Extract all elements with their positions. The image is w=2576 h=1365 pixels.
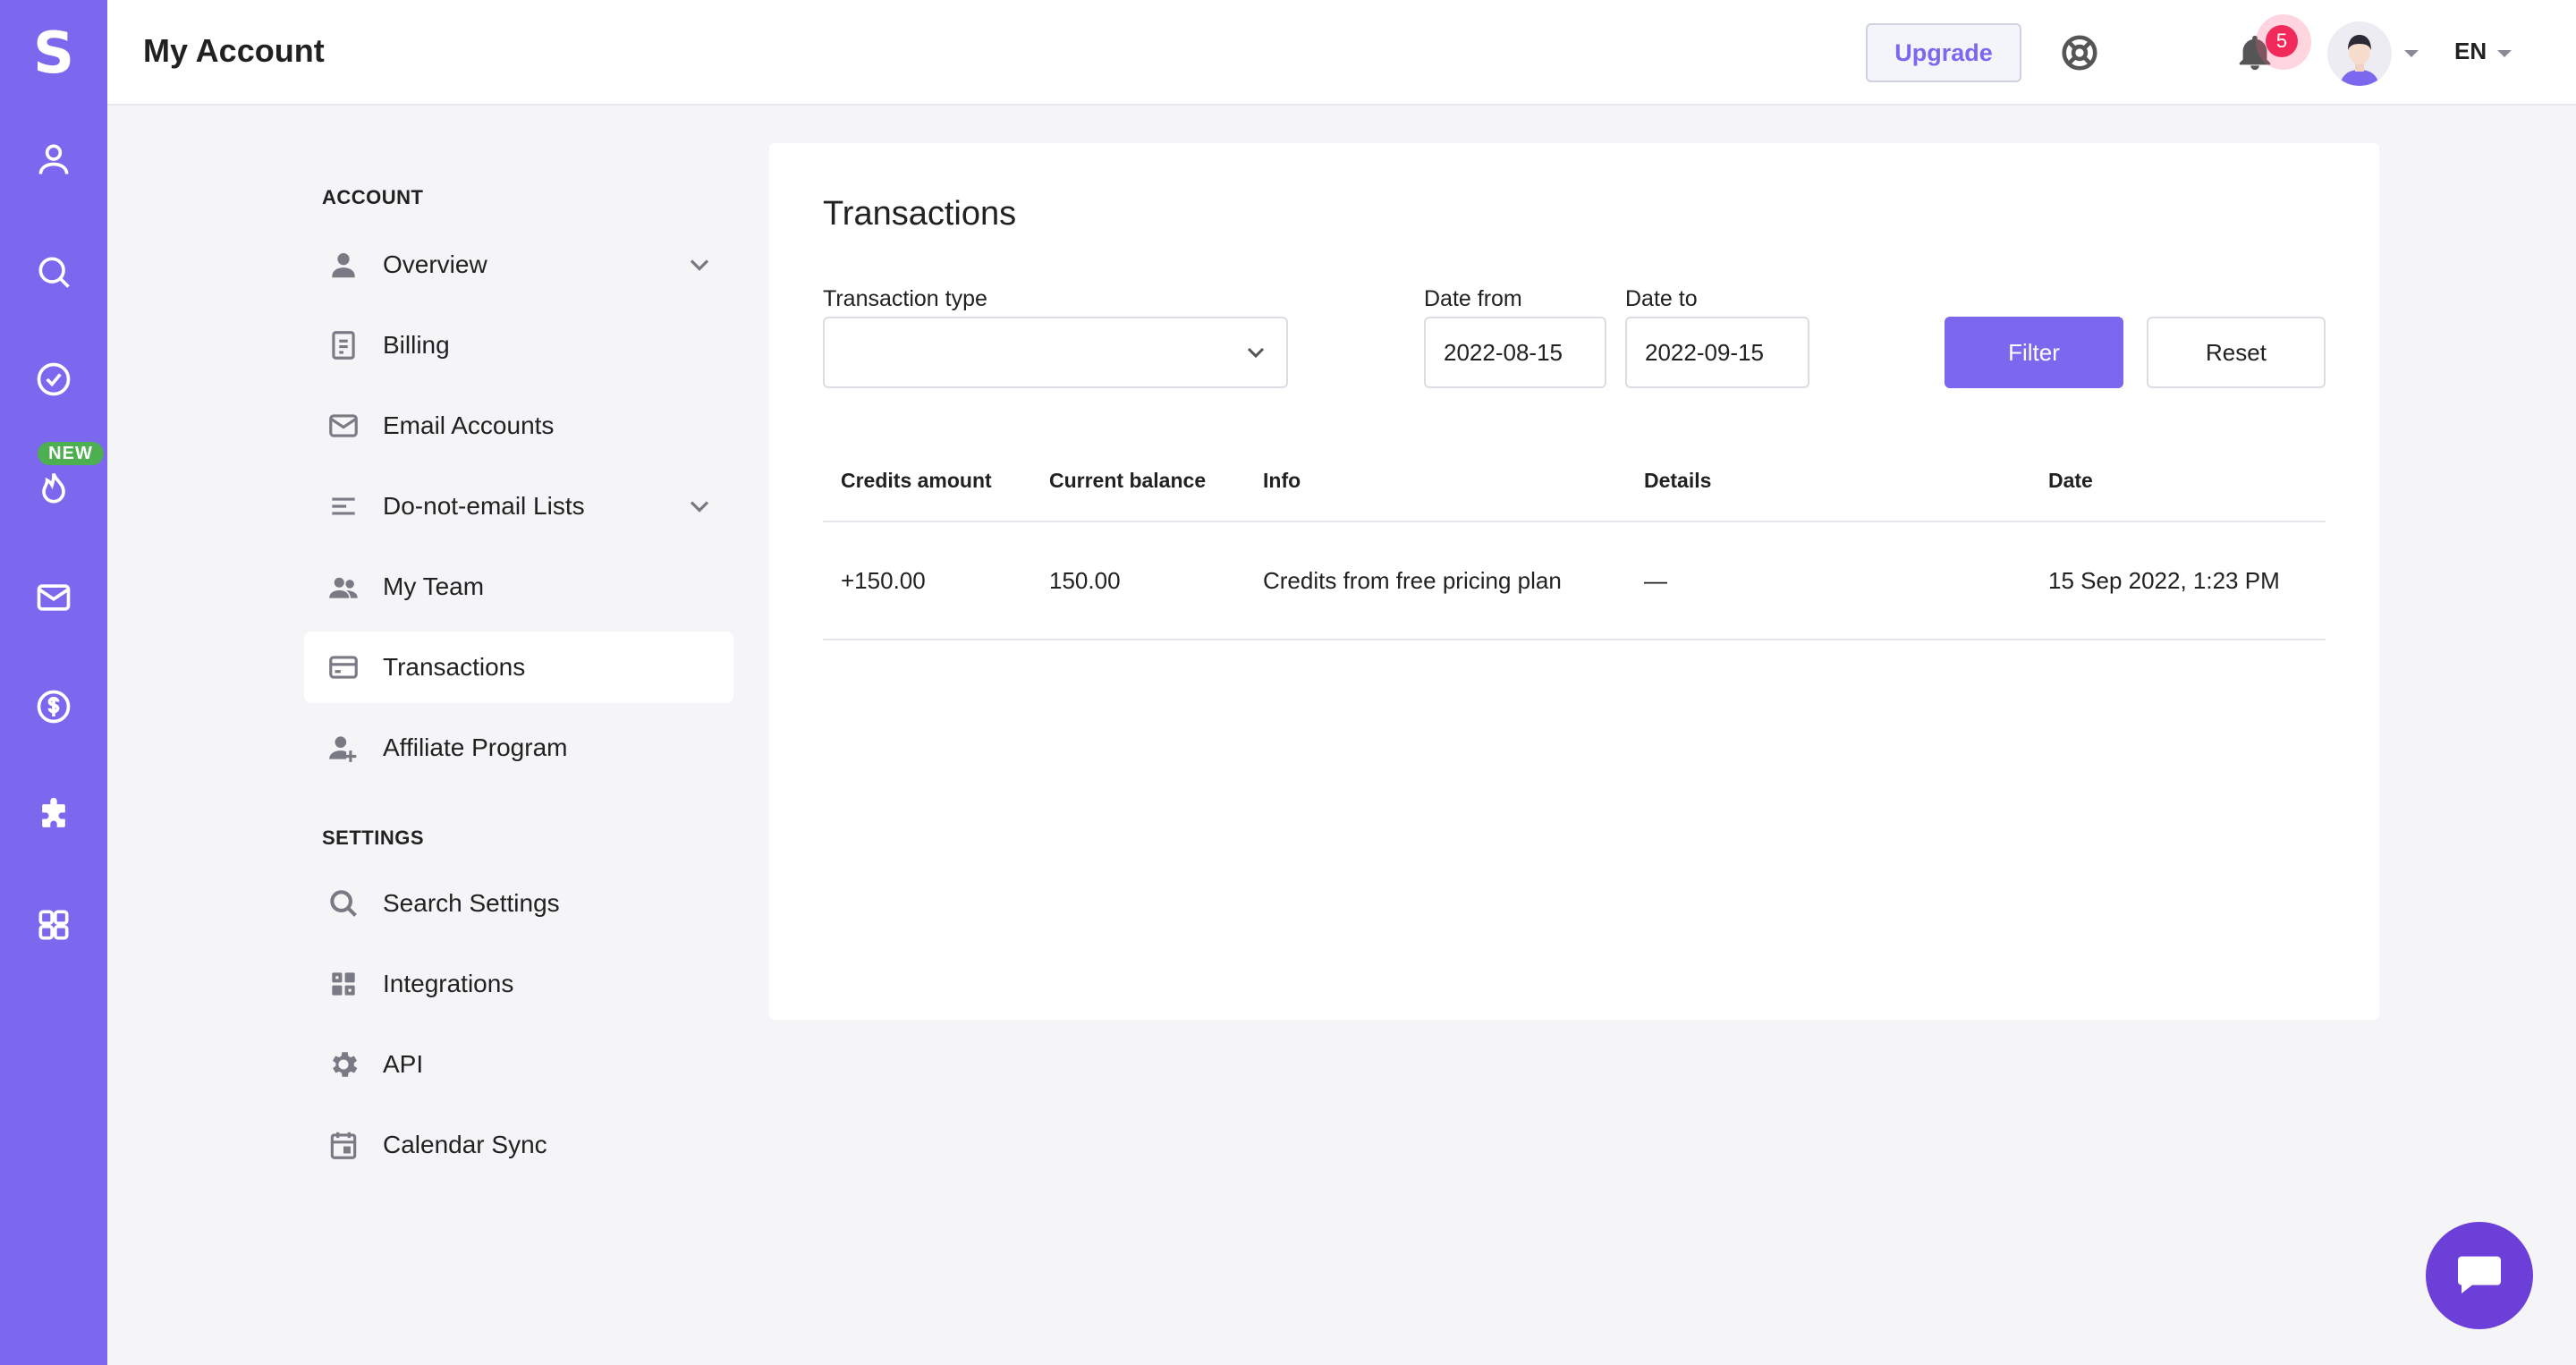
date-from-label: Date from xyxy=(1424,286,1522,311)
date-from-value: 2022-08-15 xyxy=(1444,338,1563,366)
nav-item-affiliate-program[interactable]: Affiliate Program xyxy=(304,712,733,784)
new-badge: NEW xyxy=(38,442,104,465)
mail-icon xyxy=(326,408,361,444)
nav-item-email-accounts[interactable]: Email Accounts xyxy=(304,390,733,462)
nav-item-label: My Team xyxy=(383,572,485,600)
transaction-type-select[interactable] xyxy=(823,317,1288,388)
help-lifebuoy-icon[interactable] xyxy=(2059,32,2100,73)
rail-search-icon[interactable] xyxy=(32,250,75,293)
rail-puzzle-icon[interactable] xyxy=(32,794,75,837)
column-header-current-balance[interactable]: Current balance xyxy=(1049,469,1206,493)
rail-mail-icon[interactable] xyxy=(32,576,75,619)
nav-item-label: Affiliate Program xyxy=(383,733,568,761)
notification-count-badge[interactable]: 5 xyxy=(2266,25,2298,57)
nav-item-do-not-email-lists[interactable]: Do-not-email Lists xyxy=(304,471,733,542)
document-icon xyxy=(326,327,361,363)
nav-item-calendar-sync[interactable]: Calendar Sync xyxy=(304,1109,733,1181)
cell-credits-amount: +150.00 xyxy=(841,567,926,594)
nav-item-billing[interactable]: Billing xyxy=(304,309,733,381)
chevron-down-icon[interactable] xyxy=(683,490,716,522)
language-selector[interactable]: EN xyxy=(2454,38,2487,65)
search-icon xyxy=(326,886,361,921)
cell-info: Credits from free pricing plan xyxy=(1263,567,1562,594)
avatar[interactable] xyxy=(2327,21,2392,86)
transactions-card: Transactions Transaction type Date from … xyxy=(769,143,2379,1020)
chat-bubble-icon xyxy=(2458,1256,2501,1293)
chevron-down-icon[interactable] xyxy=(683,249,716,281)
date-to-field[interactable]: 2022-09-15 xyxy=(1625,317,1809,388)
page-title: My Account xyxy=(143,32,325,69)
nav-item-label: Do-not-email Lists xyxy=(383,492,585,520)
nav-item-integrations[interactable]: Integrations xyxy=(304,948,733,1020)
date-to-label: Date to xyxy=(1625,286,1698,311)
grid-icon xyxy=(326,966,361,1002)
table-row-divider xyxy=(823,639,2326,640)
nav-heading-settings: SETTINGS xyxy=(322,827,425,849)
nav-item-transactions[interactable]: Transactions xyxy=(304,632,733,703)
top-header: My Account xyxy=(107,0,2576,106)
rail-apps-icon[interactable] xyxy=(32,903,75,946)
table-header-divider xyxy=(823,521,2326,522)
language-caret-icon[interactable] xyxy=(2497,50,2512,57)
column-header-date[interactable]: Date xyxy=(2048,469,2093,493)
nav-item-label: Search Settings xyxy=(383,889,560,917)
nav-item-my-team[interactable]: My Team xyxy=(304,551,733,623)
nav-item-label: API xyxy=(383,1050,424,1078)
date-to-value: 2022-09-15 xyxy=(1645,338,1764,366)
rail-flame-icon[interactable] xyxy=(32,467,75,510)
column-header-credits-amount[interactable]: Credits amount xyxy=(841,469,992,493)
rail-people-icon[interactable] xyxy=(32,138,75,181)
chat-widget-button[interactable] xyxy=(2426,1222,2533,1329)
nav-item-label: Email Accounts xyxy=(383,411,555,439)
cell-current-balance: 150.00 xyxy=(1049,567,1121,594)
date-from-field[interactable]: 2022-08-15 xyxy=(1424,317,1606,388)
card-title: Transactions xyxy=(823,195,1017,233)
reset-button[interactable]: Reset xyxy=(2147,317,2326,388)
nav-item-overview[interactable]: Overview xyxy=(304,229,733,301)
column-header-details[interactable]: Details xyxy=(1644,469,1711,493)
nav-item-label: Integrations xyxy=(383,970,514,997)
team-icon xyxy=(326,569,361,605)
avatar-caret-icon[interactable] xyxy=(2404,50,2419,57)
rail-check-circle-icon[interactable] xyxy=(32,358,75,401)
left-rail: S NEW xyxy=(0,0,107,1365)
nav-item-api[interactable]: API xyxy=(304,1029,733,1100)
list-icon xyxy=(326,488,361,524)
nav-item-search-settings[interactable]: Search Settings xyxy=(304,868,733,939)
avatar-person-icon xyxy=(2340,35,2379,86)
chevron-down-icon xyxy=(1247,347,1265,359)
credit-card-icon xyxy=(326,649,361,685)
upgrade-button[interactable]: Upgrade xyxy=(1866,23,2021,82)
filter-button[interactable]: Filter xyxy=(1945,317,2123,388)
transaction-type-label: Transaction type xyxy=(823,286,987,311)
app-logo[interactable]: S xyxy=(0,20,107,88)
cell-details: — xyxy=(1644,567,1667,594)
calendar-icon xyxy=(326,1127,361,1163)
nav-item-label: Calendar Sync xyxy=(383,1131,547,1158)
person-icon xyxy=(326,247,361,283)
nav-item-label: Transactions xyxy=(383,653,526,681)
nav-item-label: Overview xyxy=(383,250,487,278)
rail-dollar-icon[interactable] xyxy=(32,685,75,728)
cell-date: 15 Sep 2022, 1:23 PM xyxy=(2048,567,2280,594)
nav-item-label: Billing xyxy=(383,331,450,359)
column-header-info[interactable]: Info xyxy=(1263,469,1301,493)
person-add-icon xyxy=(326,730,361,766)
nav-heading-account: ACCOUNT xyxy=(322,186,424,208)
gear-icon xyxy=(326,1047,361,1082)
